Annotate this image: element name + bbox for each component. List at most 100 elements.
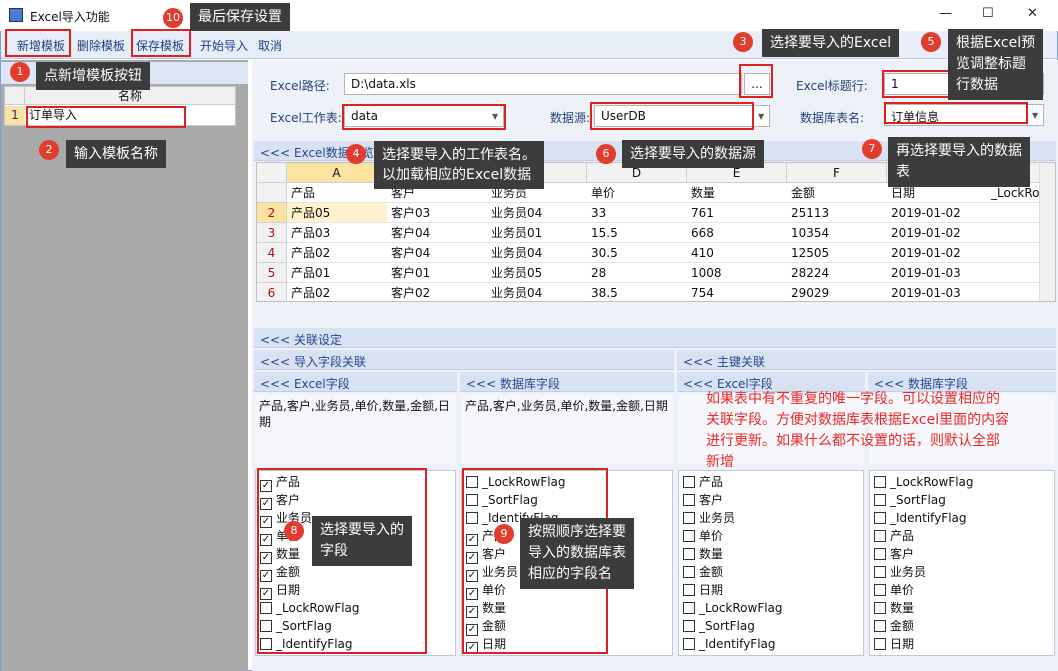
relation-settings-header[interactable]: <<< 关联设定	[254, 328, 1056, 348]
field-checkbox[interactable]: 业务员	[874, 563, 926, 581]
table-cell[interactable]: 产品02	[287, 243, 387, 263]
table-cell[interactable]: 761	[687, 203, 787, 223]
checkbox-icon[interactable]	[683, 602, 695, 614]
field-checkbox[interactable]: 客户	[874, 545, 914, 563]
checkbox-icon[interactable]	[683, 476, 695, 488]
table-cell[interactable]: 业务员04	[487, 243, 587, 263]
checkbox-icon[interactable]	[683, 620, 695, 632]
field-checkbox[interactable]: _IdentifyFlag	[683, 635, 776, 653]
checkbox-icon[interactable]	[874, 584, 886, 596]
checkbox-icon[interactable]	[683, 530, 695, 542]
checkbox-icon[interactable]	[874, 566, 886, 578]
grid-corner[interactable]	[257, 163, 287, 183]
field-checkbox[interactable]: _SortFlag	[683, 617, 755, 635]
checkbox-icon[interactable]	[683, 512, 695, 524]
start-import-button[interactable]: 开始导入	[200, 37, 248, 54]
table-cell[interactable]: 产品03	[287, 223, 387, 243]
header-cell[interactable]: 数量	[687, 183, 787, 203]
field-checkbox[interactable]: 日期	[874, 635, 914, 653]
table-cell[interactable]: 客户03	[387, 203, 487, 223]
minimize-icon[interactable]: —	[939, 6, 952, 21]
row-number[interactable]: 3	[257, 223, 287, 243]
table-cell[interactable]: 业务员05	[487, 263, 587, 283]
row-number[interactable]	[257, 183, 287, 203]
table-cell[interactable]: 668	[687, 223, 787, 243]
checkbox-icon[interactable]	[683, 638, 695, 650]
row-number[interactable]: 4	[257, 243, 287, 263]
table-cell[interactable]: 业务员01	[487, 223, 587, 243]
table-cell[interactable]: 33	[587, 203, 687, 223]
checkbox-icon[interactable]	[874, 494, 886, 506]
table-cell[interactable]: 12505	[787, 243, 887, 263]
checkbox-icon[interactable]	[683, 494, 695, 506]
table-cell[interactable]: 30.5	[587, 243, 687, 263]
table-cell[interactable]: 29029	[787, 283, 887, 301]
row-number[interactable]: 2	[257, 203, 287, 223]
header-cell[interactable]: 金额	[787, 183, 887, 203]
excel-fields-text[interactable]: 产品,客户,业务员,单价,数量,金额,日期	[255, 394, 456, 464]
grid-scrollbar[interactable]	[1039, 163, 1055, 301]
table-cell[interactable]: 28224	[787, 263, 887, 283]
table-cell[interactable]: 客户01	[387, 263, 487, 283]
field-checkbox[interactable]: 金额	[683, 563, 723, 581]
checkbox-icon[interactable]	[683, 566, 695, 578]
checkbox-icon[interactable]	[874, 620, 886, 632]
checkbox-icon[interactable]	[874, 476, 886, 488]
header-cell[interactable]: 单价	[587, 183, 687, 203]
table-cell[interactable]: 2019-01-02	[887, 203, 987, 223]
checkbox-icon[interactable]	[874, 638, 886, 650]
row-number[interactable]: 6	[257, 283, 287, 301]
import-fields-header[interactable]: <<< 导入字段关联	[254, 350, 674, 370]
checkbox-icon[interactable]	[683, 584, 695, 596]
table-cell[interactable]: 业务员04	[487, 203, 587, 223]
field-checkbox[interactable]: _IdentifyFlag	[874, 509, 967, 527]
cancel-button[interactable]: 取消	[258, 37, 282, 54]
checkbox-icon[interactable]	[874, 512, 886, 524]
checkbox-icon[interactable]	[683, 548, 695, 560]
field-checkbox[interactable]: _SortFlag	[874, 491, 946, 509]
table-cell[interactable]: 410	[687, 243, 787, 263]
table-cell[interactable]: 业务员04	[487, 283, 587, 301]
table-cell[interactable]: 1008	[687, 263, 787, 283]
field-checkbox[interactable]: 金额	[874, 617, 914, 635]
table-cell[interactable]: 产品01	[287, 263, 387, 283]
field-checkbox[interactable]: 单价	[683, 527, 723, 545]
close-icon[interactable]: ✕	[1027, 6, 1038, 21]
column-letter-header[interactable]: F	[787, 163, 887, 183]
table-cell[interactable]: 2019-01-03	[887, 283, 987, 301]
checkbox-icon[interactable]	[874, 530, 886, 542]
field-checkbox[interactable]: 日期	[683, 581, 723, 599]
field-checkbox[interactable]: 客户	[683, 491, 723, 509]
column-letter-header[interactable]: A	[287, 163, 387, 183]
table-cell[interactable]: 10354	[787, 223, 887, 243]
table-cell[interactable]: 754	[687, 283, 787, 301]
table-cell[interactable]: 产品02	[287, 283, 387, 301]
excel-path-input[interactable]: D:\data.xls	[344, 73, 742, 95]
db-fields-text[interactable]: 产品,客户,业务员,单价,数量,金额,日期	[461, 394, 673, 464]
maximize-icon[interactable]: ☐	[982, 6, 994, 21]
table-cell[interactable]: 15.5	[587, 223, 687, 243]
field-checkbox[interactable]: 产品	[874, 527, 914, 545]
delete-template-button[interactable]: 删除模板	[77, 37, 125, 54]
checkbox-icon[interactable]	[874, 602, 886, 614]
table-cell[interactable]: 38.5	[587, 283, 687, 301]
field-checkbox[interactable]: 产品	[683, 473, 723, 491]
checkbox-icon[interactable]	[874, 548, 886, 560]
primary-key-header[interactable]: <<< 主键关联	[677, 350, 1056, 370]
table-cell[interactable]: 2019-01-02	[887, 223, 987, 243]
field-checkbox[interactable]: 数量	[683, 545, 723, 563]
field-checkbox[interactable]: 业务员	[683, 509, 735, 527]
table-cell[interactable]: 产品05	[287, 203, 387, 223]
table-cell[interactable]: 25113	[787, 203, 887, 223]
table-cell[interactable]: 2019-01-03	[887, 263, 987, 283]
table-cell[interactable]: 客户04	[387, 243, 487, 263]
table-cell[interactable]: 2019-01-02	[887, 243, 987, 263]
field-checkbox[interactable]: 数量	[874, 599, 914, 617]
field-checkbox[interactable]: 单价	[874, 581, 914, 599]
row-number[interactable]: 5	[257, 263, 287, 283]
header-cell[interactable]: 产品	[287, 183, 387, 203]
table-cell[interactable]: 客户02	[387, 283, 487, 301]
table-cell[interactable]: 客户04	[387, 223, 487, 243]
field-checkbox[interactable]: _LockRowFlag	[683, 599, 783, 617]
table-cell[interactable]: 28	[587, 263, 687, 283]
